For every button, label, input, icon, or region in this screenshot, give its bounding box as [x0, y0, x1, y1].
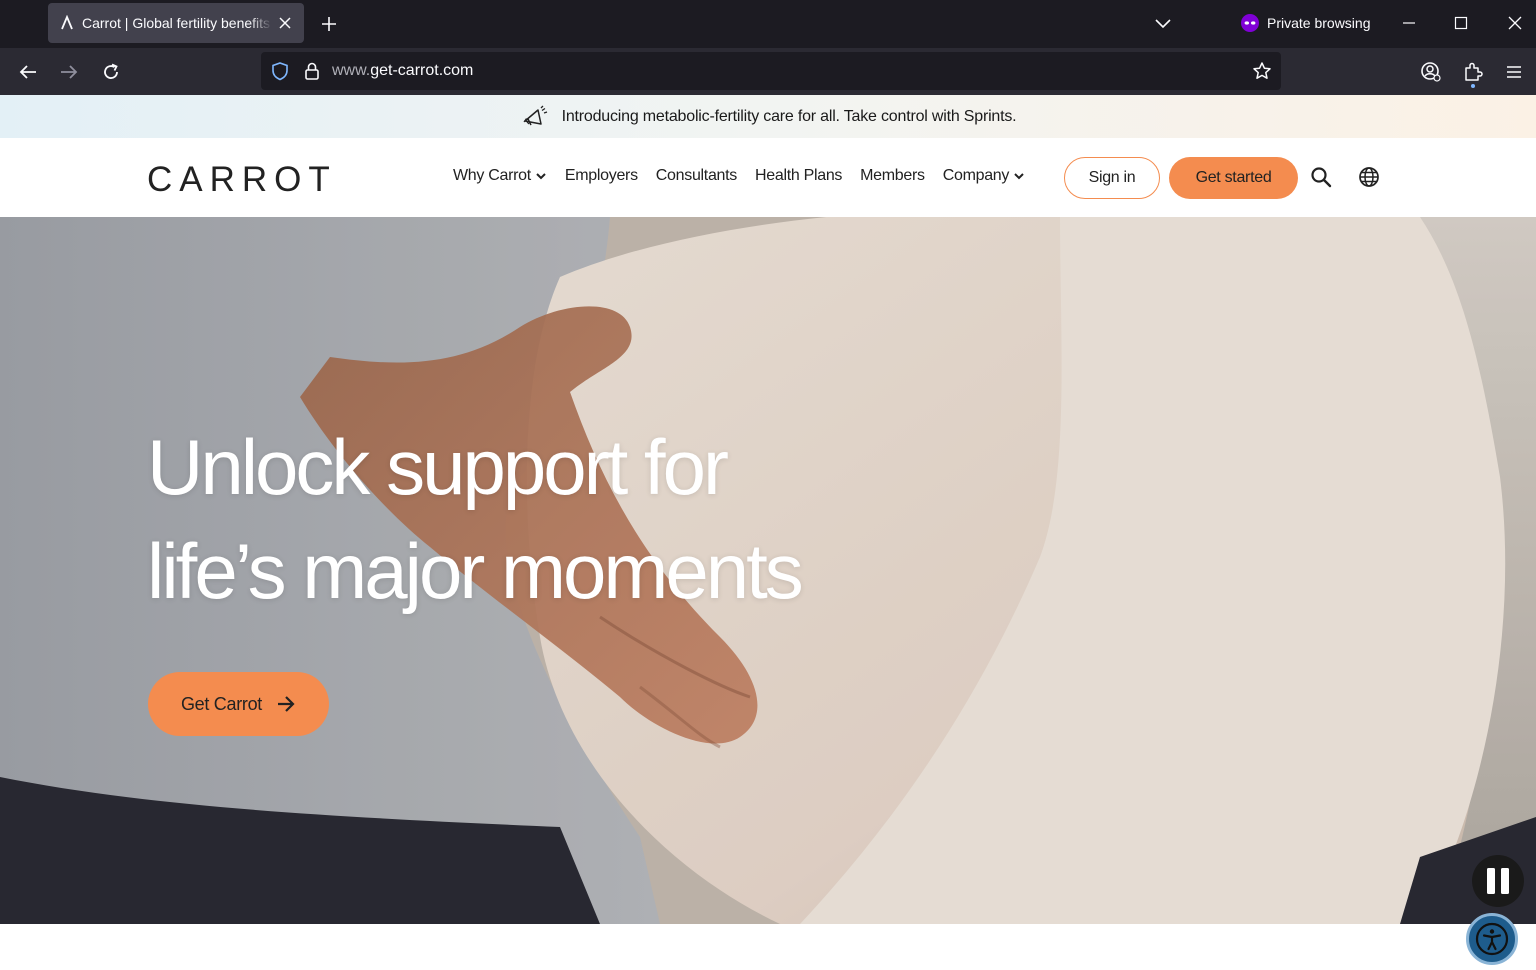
nav-item-health-plans[interactable]: Health Plans [755, 167, 842, 185]
chevron-down-icon [536, 173, 546, 180]
close-tab-icon[interactable] [276, 14, 294, 32]
tracking-protection-shield-icon[interactable] [270, 61, 290, 81]
accessibility-icon [1475, 922, 1509, 956]
tab-title: Carrot | Global fertility benefits | Car… [82, 15, 272, 31]
search-icon[interactable] [1309, 165, 1333, 189]
hero-title-line-2: life’s major moments [147, 527, 804, 615]
get-started-button[interactable]: Get started [1169, 157, 1298, 199]
url-text[interactable]: www.get-carrot.com [332, 62, 473, 80]
new-tab-button[interactable] [316, 11, 342, 37]
site-header: CARROT Why Carrot Employers Consultants … [0, 138, 1536, 217]
hero-title: Unlock support for life’s major moments [147, 415, 804, 623]
extensions-puzzle-icon[interactable] [1459, 58, 1487, 88]
announcement-banner[interactable]: Introducing metabolic-fertility care for… [0, 95, 1536, 138]
carrot-logo[interactable]: CARROT [147, 160, 337, 200]
hero-section: Unlock support for life’s major moments … [0, 217, 1536, 924]
list-all-tabs-chevron-icon[interactable] [1150, 11, 1176, 37]
pause-icon [1487, 868, 1509, 894]
browser-tab-active[interactable]: Carrot | Global fertility benefits | Car… [48, 3, 304, 43]
browser-tabbar: Carrot | Global fertility benefits | Car… [0, 0, 1536, 48]
private-mask-icon [1240, 13, 1260, 33]
private-browsing-indicator: Private browsing [1240, 12, 1371, 34]
hero-title-line-1: Unlock support for [147, 423, 729, 511]
nav-item-label: Why Carrot [453, 167, 531, 184]
maximize-window-icon[interactable] [1446, 8, 1476, 38]
get-carrot-button[interactable]: Get Carrot [148, 672, 329, 736]
address-bar[interactable]: www.get-carrot.com [261, 52, 1281, 90]
nav-item-label: Company [942, 167, 1010, 184]
bookmark-star-icon[interactable] [1252, 61, 1272, 81]
main-nav: Why Carrot Employers Consultants Health … [453, 167, 1043, 185]
page-below-hero [0, 924, 1536, 970]
carrot-logo-icon [58, 14, 76, 32]
nav-item-why-carrot[interactable]: Why Carrot [453, 167, 547, 185]
nav-item-employers[interactable]: Employers [565, 167, 638, 185]
hamburger-menu-icon[interactable] [1500, 58, 1528, 86]
lock-icon[interactable] [303, 61, 321, 81]
nav-item-members[interactable]: Members [860, 167, 925, 185]
browser-toolbar: www.get-carrot.com [0, 48, 1536, 95]
globe-language-icon[interactable] [1357, 165, 1381, 189]
close-window-icon[interactable] [1500, 8, 1530, 38]
forward-arrow-icon[interactable] [55, 58, 83, 86]
accessibility-button[interactable] [1466, 913, 1518, 965]
nav-item-company[interactable]: Company [943, 167, 1025, 185]
megaphone-icon [520, 103, 548, 131]
minimize-window-icon[interactable] [1394, 8, 1424, 38]
extension-dot [1471, 84, 1475, 88]
account-icon[interactable] [1417, 58, 1445, 86]
get-carrot-label: Get Carrot [180, 693, 263, 714]
back-arrow-icon[interactable] [14, 58, 42, 86]
sign-in-button[interactable]: Sign in [1064, 157, 1160, 199]
private-browsing-label: Private browsing [1267, 15, 1371, 31]
pause-video-button[interactable] [1472, 855, 1524, 907]
reload-icon[interactable] [97, 58, 125, 86]
arrow-right-icon [278, 696, 295, 712]
announcement-text[interactable]: Introducing metabolic-fertility care for… [562, 108, 1017, 126]
chevron-down-icon [1014, 173, 1024, 180]
nav-item-consultants[interactable]: Consultants [656, 167, 738, 185]
